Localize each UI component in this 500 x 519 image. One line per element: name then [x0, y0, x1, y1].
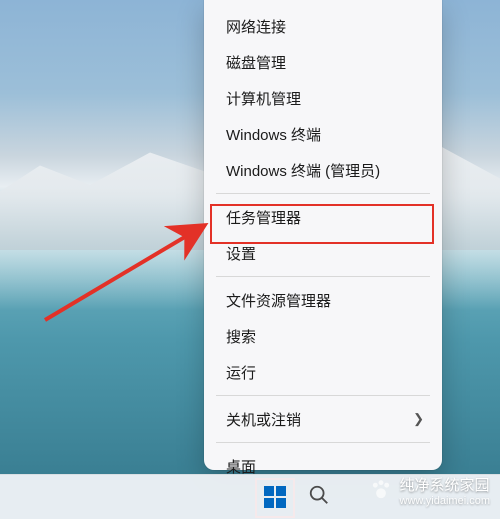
menu-item-label: Windows 终端: [226, 124, 321, 145]
menu-item-label: 运行: [226, 362, 256, 383]
menu-item-settings[interactable]: 设置: [204, 235, 442, 271]
menu-item-shutdown-signout[interactable]: 关机或注销 ❯: [204, 401, 442, 437]
menu-item-label: 计算机管理: [226, 88, 301, 109]
taskbar-search-button[interactable]: [308, 484, 330, 511]
chevron-right-icon: ❯: [413, 411, 424, 427]
taskbar: [0, 474, 500, 519]
menu-item-windows-terminal[interactable]: Windows 终端: [204, 116, 442, 152]
menu-item-label: 任务管理器: [226, 207, 301, 228]
menu-item-network-connections[interactable]: 网络连接: [204, 8, 442, 44]
menu-item-windows-terminal-admin[interactable]: Windows 终端 (管理员): [204, 152, 442, 188]
menu-separator: [216, 193, 430, 194]
menu-item-label: 设置: [226, 243, 256, 264]
menu-item-label: 关机或注销: [226, 409, 301, 430]
menu-item-run[interactable]: 运行: [204, 354, 442, 390]
winx-context-menu: 网络连接 磁盘管理 计算机管理 Windows 终端 Windows 终端 (管…: [204, 0, 442, 470]
search-icon: [308, 484, 330, 506]
menu-separator: [216, 276, 430, 277]
menu-item-disk-management[interactable]: 磁盘管理: [204, 44, 442, 80]
menu-separator: [216, 442, 430, 443]
windows-logo-icon: [264, 486, 286, 508]
menu-item-search[interactable]: 搜索: [204, 318, 442, 354]
menu-item-label: Windows 终端 (管理员): [226, 160, 380, 181]
menu-item-label: 文件资源管理器: [226, 290, 331, 311]
menu-item-task-manager[interactable]: 任务管理器: [204, 199, 442, 235]
menu-item-label: 搜索: [226, 326, 256, 347]
menu-item-file-explorer[interactable]: 文件资源管理器: [204, 282, 442, 318]
menu-separator: [216, 395, 430, 396]
menu-item-label: 磁盘管理: [226, 52, 286, 73]
start-button[interactable]: [260, 482, 290, 512]
menu-item-label: 网络连接: [226, 16, 286, 37]
menu-item-computer-management[interactable]: 计算机管理: [204, 80, 442, 116]
